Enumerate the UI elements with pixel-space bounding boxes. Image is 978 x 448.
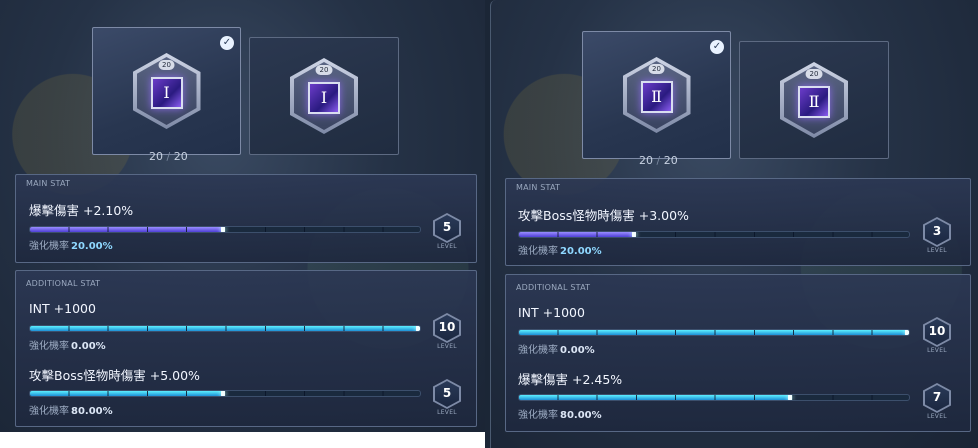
- main-stat-rate: 強化機率 20.00%: [518, 246, 602, 257]
- additional-stat-2-rate: 強化機率 80.00%: [518, 410, 602, 421]
- emblem-icon: 20 Ⅱ: [622, 57, 691, 133]
- emblem-symbol: Ⅰ: [150, 77, 183, 110]
- additional-stat-title: ADDITIONAL STAT: [516, 283, 591, 292]
- main-stat-title: MAIN STAT: [26, 179, 71, 188]
- main-stat-progress-bar: [518, 231, 910, 238]
- emblem-level: 20: [648, 64, 665, 74]
- additional-stat-1-progress-bar: [518, 329, 910, 336]
- emblem-level: 20: [158, 60, 175, 70]
- additional-stat-1-progress-bar: [29, 325, 421, 332]
- emblem-icon: 20 Ⅰ: [132, 53, 201, 129]
- additional-stat-2-name: 攻擊Boss怪物時傷害 +5.00%: [29, 368, 200, 383]
- additional-stat-title: ADDITIONAL STAT: [26, 279, 101, 288]
- main-stat-level-badge: 3 LEVEL: [919, 217, 955, 257]
- additional-stat-2-level-badge: 5 LEVEL: [429, 379, 465, 419]
- main-stat-box: MAIN STAT 攻擊Boss怪物時傷害 +3.00% 強化機率 20.00% …: [505, 178, 971, 266]
- additional-stat-2-progress-bar: [29, 390, 421, 397]
- main-stat-box: MAIN STAT 爆擊傷害 +2.10% 強化機率 20.00% 5 LEVEL: [15, 174, 477, 263]
- main-stat-name: 攻擊Boss怪物時傷害 +3.00%: [518, 208, 689, 223]
- main-stat-progress-bar: [29, 226, 421, 233]
- panel-right: ✓ 20 Ⅱ 20 Ⅱ 20 / 20 MAIN STAT 攻擊Boss怪物時傷…: [490, 0, 978, 448]
- emblem-symbol: Ⅱ: [798, 86, 830, 119]
- slot-count: 20 / 20: [639, 154, 678, 167]
- emblem-symbol: Ⅰ: [308, 82, 340, 115]
- emblem-icon: 20 Ⅱ: [780, 62, 848, 138]
- footer-strip: [0, 432, 485, 448]
- additional-stat-2-rate: 強化機率 80.00%: [29, 406, 113, 417]
- additional-stat-1-rate: 強化機率 0.00%: [518, 345, 595, 356]
- main-stat-title: MAIN STAT: [516, 183, 561, 192]
- additional-stat-1-level-badge: 10 LEVEL: [429, 313, 465, 353]
- additional-stat-1-level-badge: 10 LEVEL: [919, 317, 955, 357]
- emblem-icon: 20 Ⅰ: [290, 58, 358, 134]
- additional-stat-box: ADDITIONAL STAT INT +1000 強化機率 0.00% 10 L…: [15, 270, 477, 427]
- emblem-level: 20: [805, 69, 823, 79]
- slot-secondary[interactable]: 20 Ⅱ: [739, 41, 889, 159]
- main-stat-name: 爆擊傷害 +2.10%: [29, 203, 134, 218]
- slot-primary[interactable]: ✓ 20 Ⅱ: [582, 31, 731, 159]
- emblem-symbol: Ⅱ: [640, 81, 673, 114]
- slot-primary[interactable]: ✓ 20 Ⅰ: [92, 27, 241, 155]
- additional-stat-2-progress-bar: [518, 394, 910, 401]
- additional-stat-1-name: INT +1000: [518, 305, 585, 320]
- main-stat-rate: 強化機率 20.00%: [29, 241, 113, 252]
- slot-count: 20 / 20: [149, 150, 188, 163]
- additional-stat-2-level-badge: 7 LEVEL: [919, 383, 955, 423]
- main-stat-level-badge: 5 LEVEL: [429, 213, 465, 253]
- panel-left: ✓ 20 Ⅰ 20 Ⅰ 20 / 20 MAIN STAT 爆擊傷害 +2.10…: [0, 0, 485, 448]
- check-icon: ✓: [220, 36, 234, 50]
- additional-stat-1-name: INT +1000: [29, 301, 96, 316]
- additional-stat-box: ADDITIONAL STAT INT +1000 強化機率 0.00% 10 L…: [505, 274, 971, 432]
- additional-stat-2-name: 爆擊傷害 +2.45%: [518, 372, 623, 387]
- slot-secondary[interactable]: 20 Ⅰ: [249, 37, 399, 155]
- additional-stat-1-rate: 強化機率 0.00%: [29, 341, 106, 352]
- check-icon: ✓: [710, 40, 724, 54]
- emblem-level: 20: [315, 65, 333, 75]
